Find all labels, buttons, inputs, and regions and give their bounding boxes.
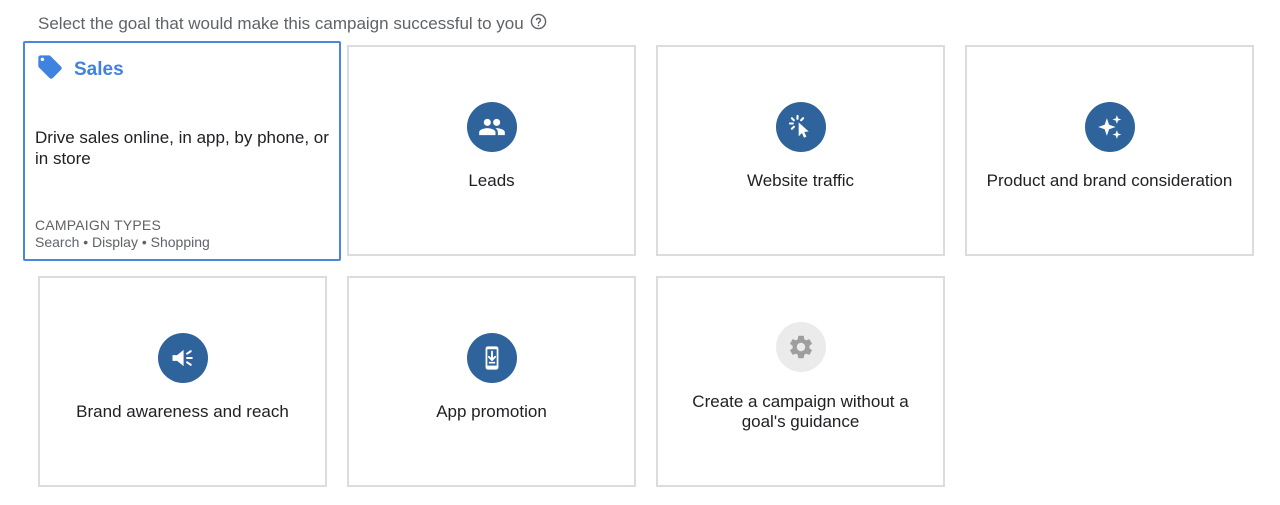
- people-icon: [466, 102, 517, 152]
- goal-card-product-brand-consideration[interactable]: Product and brand consideration: [965, 45, 1254, 256]
- sparkle-icon: [1084, 102, 1135, 152]
- no-goal-label: Create a campaign without a goal's guida…: [692, 392, 909, 431]
- goal-card-app-promotion[interactable]: App promotion: [347, 276, 636, 487]
- megaphone-icon: [157, 333, 208, 383]
- goal-card-leads[interactable]: Leads: [347, 45, 636, 256]
- product-brand-consideration-label: Product and brand consideration: [986, 171, 1233, 190]
- help-circle-icon[interactable]: [530, 13, 547, 30]
- brand-awareness-reach-label: Brand awareness and reach: [76, 402, 289, 421]
- app-promotion-label: App promotion: [436, 402, 547, 421]
- campaign-types-list: Search • Display • Shopping: [35, 234, 210, 250]
- gear-icon: [775, 322, 826, 372]
- goal-card-sales[interactable]: Sales Drive sales online, in app, by pho…: [23, 41, 341, 261]
- goal-card-brand-awareness-reach[interactable]: Brand awareness and reach: [38, 276, 327, 487]
- tag-icon: [36, 53, 64, 86]
- leads-label: Leads: [468, 171, 515, 190]
- sales-heading: Sales: [36, 53, 124, 86]
- campaign-types-title: CAMPAIGN TYPES: [35, 217, 161, 233]
- phone-download-icon: [466, 333, 517, 383]
- goal-card-no-goal[interactable]: Create a campaign without a goal's guida…: [656, 276, 945, 487]
- goal-card-website-traffic[interactable]: Website traffic: [656, 45, 945, 256]
- goal-prompt-header: Select the goal that would make this cam…: [38, 12, 547, 36]
- goal-prompt-text: Select the goal that would make this cam…: [38, 14, 524, 33]
- sales-description: Drive sales online, in app, by phone, or…: [35, 128, 329, 168]
- website-traffic-label: Website traffic: [746, 171, 855, 190]
- sales-title: Sales: [74, 58, 124, 80]
- cursor-click-icon: [775, 102, 826, 152]
